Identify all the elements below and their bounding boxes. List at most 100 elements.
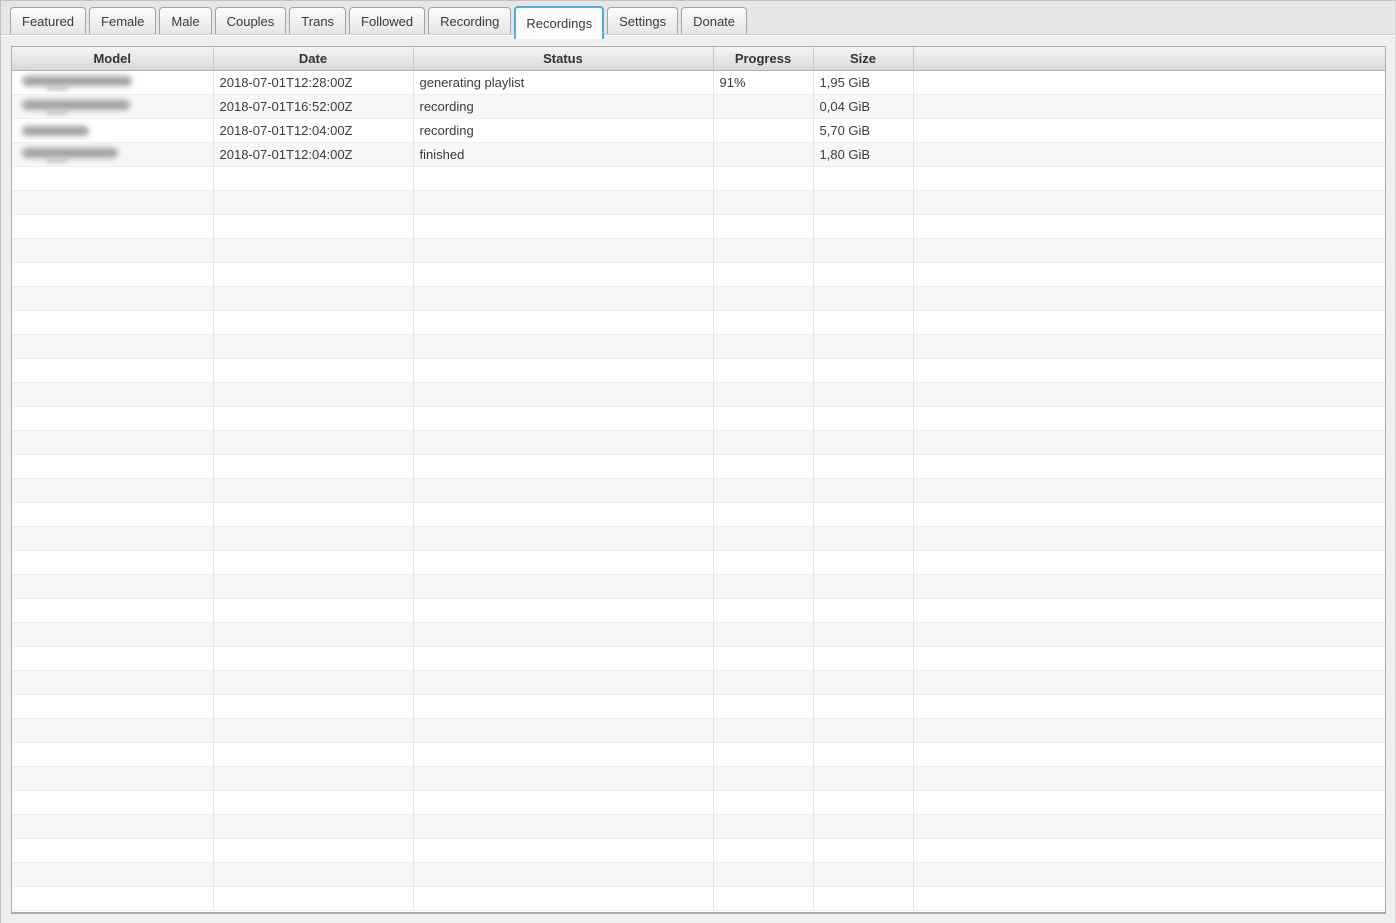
redacted-model-name xyxy=(22,147,118,158)
empty-cell xyxy=(12,382,214,407)
empty-cell xyxy=(213,286,414,311)
empty-cell xyxy=(213,406,414,431)
recording-row[interactable]: 2018-07-01T16:52:00Z recording 0,04 GiB xyxy=(12,94,1385,119)
empty-cell xyxy=(913,886,1385,911)
tab-donate[interactable]: Donate xyxy=(681,7,748,34)
empty-cell xyxy=(913,406,1385,431)
empty-cell xyxy=(413,190,714,215)
empty-cell xyxy=(813,502,914,527)
empty-cell xyxy=(12,742,214,767)
date-cell: 2018-07-01T12:04:00Z xyxy=(213,118,414,143)
empty-cell xyxy=(913,790,1385,815)
empty-cell xyxy=(713,214,814,239)
empty-cell xyxy=(213,190,414,215)
empty-cell xyxy=(12,166,214,191)
empty-row xyxy=(12,598,1385,623)
column-header-size[interactable]: Size xyxy=(813,47,914,71)
empty-cell xyxy=(913,838,1385,863)
recording-row[interactable]: 2018-07-01T12:04:00Z recording 5,70 GiB xyxy=(12,118,1385,143)
empty-cell xyxy=(713,814,814,839)
empty-cell xyxy=(813,814,914,839)
empty-cell xyxy=(213,646,414,671)
redacted-model-name-tail xyxy=(46,158,68,162)
empty-cell xyxy=(413,334,714,359)
empty-cell xyxy=(12,718,214,743)
status-cell: finished xyxy=(413,142,714,167)
empty-cell xyxy=(413,382,714,407)
empty-cell xyxy=(713,406,814,431)
empty-cell xyxy=(813,526,914,551)
empty-cell xyxy=(813,430,914,455)
tab-followed[interactable]: Followed xyxy=(349,7,426,34)
empty-cell xyxy=(213,166,414,191)
spacer-cell xyxy=(913,118,1385,143)
empty-cell xyxy=(913,598,1385,623)
recordings-grid: Model Date Status Progress Size 2018-07-01T1… xyxy=(12,47,1385,911)
column-header-date[interactable]: Date xyxy=(213,47,414,71)
empty-cell xyxy=(413,526,714,551)
empty-row xyxy=(12,286,1385,311)
empty-cell xyxy=(813,382,914,407)
progress-cell: 91% xyxy=(713,70,814,95)
empty-cell xyxy=(213,262,414,287)
empty-cell xyxy=(12,622,214,647)
empty-cell xyxy=(12,478,214,503)
empty-cell xyxy=(913,214,1385,239)
empty-cell xyxy=(813,334,914,359)
tab-trans[interactable]: Trans xyxy=(289,7,347,34)
empty-cell xyxy=(913,478,1385,503)
tab-couples[interactable]: Couples xyxy=(214,7,287,34)
empty-cell xyxy=(713,646,814,671)
tab-recordings[interactable]: Recordings xyxy=(514,6,605,39)
empty-cell xyxy=(413,598,714,623)
empty-cell xyxy=(813,862,914,887)
empty-cell xyxy=(913,766,1385,791)
column-header-model[interactable]: Model xyxy=(12,47,214,71)
recording-row[interactable]: 2018-07-01T12:28:00Z generating playlist 9… xyxy=(12,70,1385,95)
empty-cell xyxy=(413,670,714,695)
empty-cell xyxy=(813,238,914,263)
empty-cell xyxy=(12,886,214,911)
empty-cell xyxy=(913,166,1385,191)
empty-cell xyxy=(813,550,914,575)
tab-female[interactable]: Female xyxy=(89,7,157,34)
empty-row xyxy=(12,550,1385,575)
empty-row xyxy=(12,766,1385,791)
empty-cell xyxy=(913,622,1385,647)
empty-row xyxy=(12,334,1385,359)
empty-cell xyxy=(813,166,914,191)
empty-cell xyxy=(913,550,1385,575)
empty-cell xyxy=(713,286,814,311)
empty-cell xyxy=(12,454,214,479)
empty-cell xyxy=(213,526,414,551)
empty-cell xyxy=(813,262,914,287)
tab-settings[interactable]: Settings xyxy=(607,7,679,34)
empty-row xyxy=(12,622,1385,647)
empty-cell xyxy=(12,838,214,863)
empty-cell xyxy=(413,238,714,263)
tab-recording[interactable]: Recording xyxy=(428,7,512,34)
empty-cell xyxy=(713,790,814,815)
empty-cell xyxy=(413,502,714,527)
empty-cell xyxy=(913,574,1385,599)
date-cell: 2018-07-01T12:04:00Z xyxy=(213,142,414,167)
empty-cell xyxy=(913,238,1385,263)
empty-row xyxy=(12,526,1385,551)
empty-cell xyxy=(413,310,714,335)
empty-cell xyxy=(913,814,1385,839)
recording-row[interactable]: 2018-07-01T12:04:00Z finished 1,80 GiB xyxy=(12,142,1385,167)
model-cell xyxy=(12,70,214,95)
tab-featured[interactable]: Featured xyxy=(10,7,87,34)
empty-row xyxy=(12,838,1385,863)
empty-cell xyxy=(213,766,414,791)
column-header-blank[interactable] xyxy=(913,47,1385,71)
empty-cell xyxy=(413,166,714,191)
model-cell xyxy=(12,94,214,119)
empty-cell xyxy=(713,502,814,527)
empty-cell xyxy=(413,814,714,839)
column-header-progress[interactable]: Progress xyxy=(713,47,814,71)
empty-cell xyxy=(413,838,714,863)
column-header-status[interactable]: Status xyxy=(413,47,714,71)
empty-cell xyxy=(713,430,814,455)
tab-male[interactable]: Male xyxy=(159,7,212,34)
